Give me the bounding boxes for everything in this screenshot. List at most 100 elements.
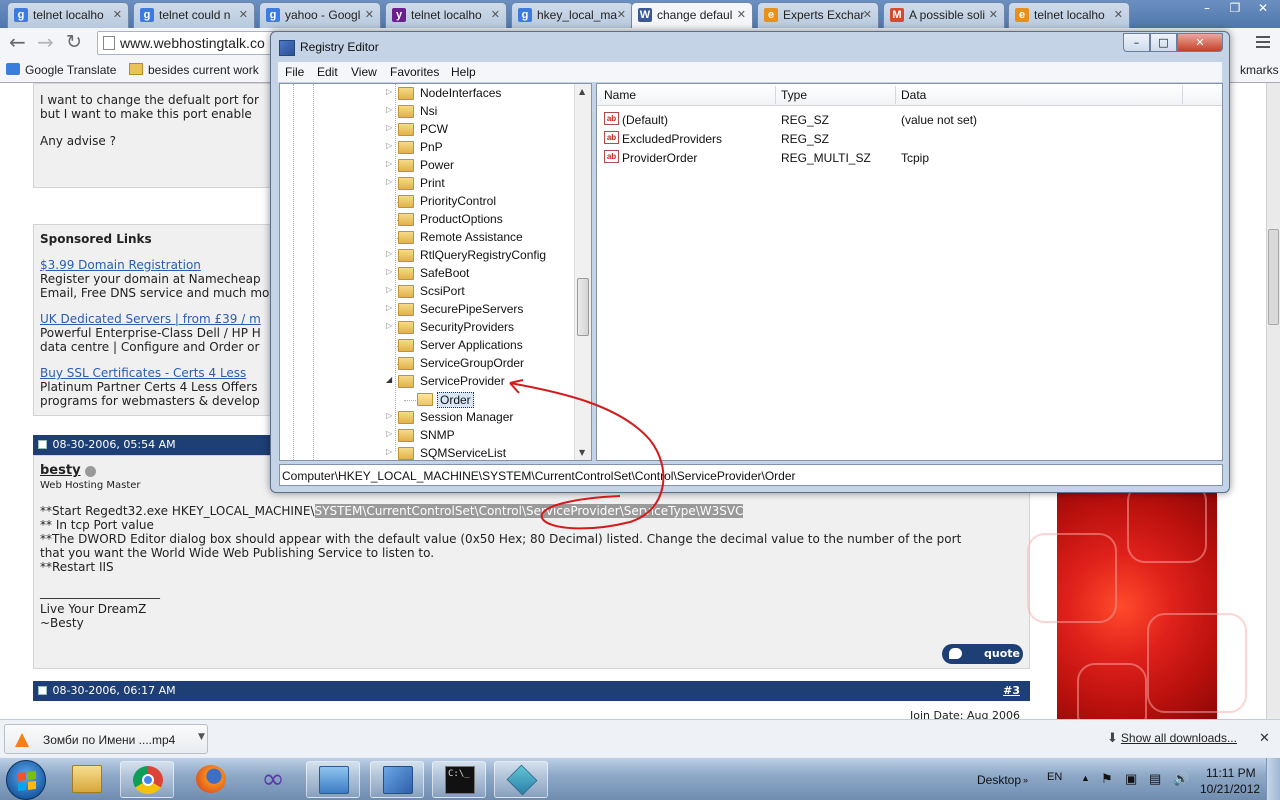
address-bar-url[interactable]: www.webhostingtalk.co xyxy=(120,35,265,51)
tree-node[interactable]: ◢ ServiceProvider xyxy=(280,373,570,391)
show-hidden-icons-arrow-icon[interactable]: ▲ xyxy=(1081,773,1090,783)
tree-node-label[interactable]: Nsi xyxy=(418,104,439,118)
scroll-down-arrow-icon[interactable]: ▼ xyxy=(579,448,585,457)
tree-node[interactable]: ▷ SecurePipeServers xyxy=(280,301,570,319)
taskbar-documents[interactable] xyxy=(370,761,424,798)
power-icon[interactable]: ▣ xyxy=(1125,771,1137,787)
maximize-icon[interactable]: □ xyxy=(1150,33,1177,52)
tree-node-label[interactable]: PriorityControl xyxy=(418,194,498,208)
tree-node[interactable]: ▷ SQMServiceList xyxy=(280,445,570,460)
ad-link-ssl[interactable]: Buy SSL Certificates - Certs 4 Less xyxy=(40,366,246,380)
tree-node-label[interactable]: SafeBoot xyxy=(418,266,471,280)
tree-node[interactable]: ▷ RtlQueryRegistryConfig xyxy=(280,247,570,265)
browser-tab[interactable]: Wchange defaul ✕ xyxy=(631,2,753,28)
bookmark-other-bookmarks[interactable]: kmarks xyxy=(1240,63,1279,77)
tree-node[interactable]: Remote Assistance xyxy=(280,229,570,247)
registry-editor-titlebar[interactable]: Registry Editor – □ ✕ xyxy=(271,32,1229,62)
tree-node-label[interactable]: ProductOptions xyxy=(418,212,505,226)
close-icon[interactable]: ✕ xyxy=(1177,33,1223,52)
close-icon[interactable]: ✕ xyxy=(863,8,872,21)
forward-arrow-icon[interactable]: → xyxy=(37,32,54,52)
tree-scrollbar-thumb[interactable] xyxy=(577,278,589,336)
expand-arrow-icon[interactable]: ▷ xyxy=(386,411,392,420)
tree-node[interactable]: ▷ SafeBoot xyxy=(280,265,570,283)
page-scrollbar[interactable] xyxy=(1266,83,1280,719)
taskbar-registry-editor[interactable] xyxy=(494,761,548,798)
tree-node[interactable]: ▷ Session Manager xyxy=(280,409,570,427)
close-icon[interactable]: ✕ xyxy=(365,8,374,21)
expand-arrow-icon[interactable]: ▷ xyxy=(386,141,392,150)
tree-node-label[interactable]: RtlQueryRegistryConfig xyxy=(418,248,548,262)
registry-value-row[interactable]: ab (Default) REG_SZ (value not set) xyxy=(597,110,1222,129)
language-indicator[interactable]: EN xyxy=(1047,771,1062,783)
quote-button[interactable]: quote xyxy=(942,644,1023,664)
desktop-toolbar-label[interactable]: Desktop xyxy=(977,773,1021,787)
tree-node-label[interactable]: PCW xyxy=(418,122,450,136)
registry-value-list[interactable]: Name Type Data ab (Default) REG_SZ (value n… xyxy=(596,83,1223,461)
close-icon[interactable]: ✕ xyxy=(617,8,626,21)
close-icon[interactable]: ✕ xyxy=(1259,731,1270,746)
tree-node[interactable]: ▷ ScsiPort xyxy=(280,283,570,301)
chrome-menu-icon[interactable] xyxy=(1256,36,1270,51)
bookmark-folder-besides-current-work[interactable]: besides current work xyxy=(129,63,259,77)
ad-link-domain[interactable]: $3.99 Domain Registration xyxy=(40,258,201,272)
tree-node-label[interactable]: ServiceGroupOrder xyxy=(418,356,526,370)
close-icon[interactable]: ✕ xyxy=(491,8,500,21)
close-icon[interactable]: ✕ xyxy=(239,8,248,21)
tree-node-label[interactable]: Session Manager xyxy=(418,410,515,424)
post-author[interactable]: besty xyxy=(40,464,81,478)
taskbar-explorer[interactable] xyxy=(60,761,114,798)
column-type[interactable]: Type xyxy=(781,88,807,102)
show-desktop-button[interactable] xyxy=(1266,758,1280,800)
taskbar-control-panel[interactable] xyxy=(306,761,360,798)
minimize-icon[interactable]: – xyxy=(1123,33,1150,52)
tree-node[interactable]: ▷ NodeInterfaces xyxy=(280,85,570,103)
tree-node-label[interactable]: Power xyxy=(418,158,456,172)
tree-node-label[interactable]: ScsiPort xyxy=(418,284,467,298)
browser-tab[interactable]: e Experts Exchar ✕ xyxy=(757,2,879,28)
column-data[interactable]: Data xyxy=(901,88,926,102)
clock-time[interactable]: 11:11 PM xyxy=(1206,766,1256,780)
close-icon[interactable]: ✕ xyxy=(989,8,998,21)
expand-arrow-icon[interactable]: ▷ xyxy=(386,321,392,330)
tree-node-label[interactable]: NodeInterfaces xyxy=(418,86,503,100)
expand-arrow-icon[interactable]: ▷ xyxy=(386,249,392,258)
expand-arrow-icon[interactable]: ▷ xyxy=(386,87,392,96)
show-all-downloads-link[interactable]: ⬇ Show all downloads... xyxy=(1107,731,1237,746)
scroll-up-arrow-icon[interactable]: ▲ xyxy=(579,87,585,96)
tree-node[interactable]: Server Applications xyxy=(280,337,570,355)
menu-view[interactable]: View xyxy=(351,65,377,79)
address-bar[interactable]: www.webhostingtalk.co xyxy=(97,31,297,55)
reload-icon[interactable]: ↻ xyxy=(66,32,82,52)
expand-arrow-icon[interactable]: ▷ xyxy=(386,303,392,312)
tree-node-label[interactable]: SecurePipeServers xyxy=(418,302,525,316)
close-icon[interactable]: ✕ xyxy=(113,8,122,21)
expand-arrow-icon[interactable]: ▷ xyxy=(386,177,392,186)
browser-tab[interactable]: g telnet could n ✕ xyxy=(133,2,255,28)
clock-date[interactable]: 10/21/2012 xyxy=(1200,782,1260,796)
post-number[interactable]: #3 xyxy=(1003,681,1020,701)
browser-tab[interactable]: g hkey_local_ma ✕ xyxy=(511,2,633,28)
tree-node[interactable]: ▷ SecurityProviders xyxy=(280,319,570,337)
tree-node-label[interactable]: SecurityProviders xyxy=(418,320,516,334)
action-center-flag-icon[interactable]: ⚑ xyxy=(1101,771,1113,787)
tree-node-label[interactable]: Print xyxy=(418,176,447,190)
browser-tab[interactable]: g telnet localho ✕ xyxy=(7,2,129,28)
menu-edit[interactable]: Edit xyxy=(317,65,338,79)
collapse-arrow-icon[interactable]: ◢ xyxy=(386,375,392,384)
back-arrow-icon[interactable]: ← xyxy=(9,32,26,52)
taskbar-infinity-app[interactable]: ∞ xyxy=(246,761,300,798)
taskbar-chrome[interactable] xyxy=(120,761,174,798)
page-scrollbar-thumb[interactable] xyxy=(1268,229,1279,325)
taskbar-command-prompt[interactable]: C:\_ xyxy=(432,761,486,798)
tree-node[interactable]: Order xyxy=(280,391,570,409)
browser-tab[interactable]: g yahoo - Googl ✕ xyxy=(259,2,381,28)
tree-node[interactable]: ▷ Power xyxy=(280,157,570,175)
column-name[interactable]: Name xyxy=(604,88,636,102)
tree-node[interactable]: ServiceGroupOrder xyxy=(280,355,570,373)
tree-node[interactable]: ▷ Nsi xyxy=(280,103,570,121)
restore-icon[interactable]: ❐ xyxy=(1222,0,1248,18)
expand-arrow-icon[interactable]: ▷ xyxy=(386,267,392,276)
tree-node-label[interactable]: Order xyxy=(437,392,474,408)
taskbar-firefox[interactable] xyxy=(184,761,238,798)
